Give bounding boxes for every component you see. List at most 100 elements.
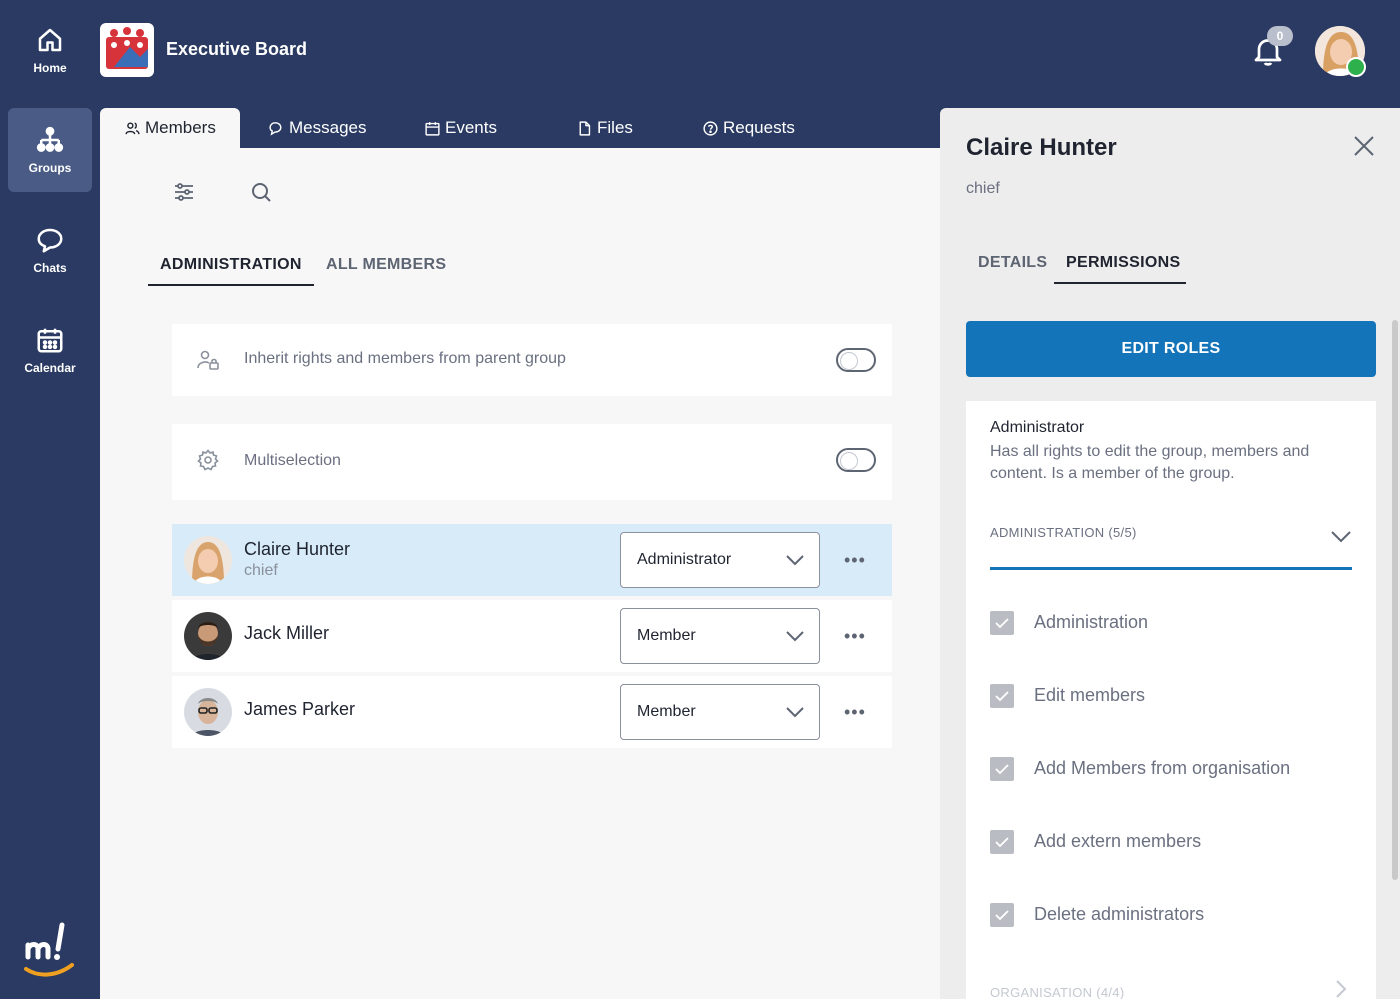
member-title: chief <box>244 562 278 579</box>
rail-item-groups[interactable]: Groups <box>8 108 92 192</box>
role-description: Has all rights to edit the group, member… <box>990 443 1310 482</box>
tab-events[interactable]: Events <box>424 108 497 148</box>
chevron-down-icon <box>786 555 804 566</box>
close-icon[interactable] <box>1352 134 1376 158</box>
multiselection-label: Multiselection <box>244 452 341 469</box>
group-logo-icon <box>106 27 148 69</box>
avatar <box>184 688 232 736</box>
permission-section-header[interactable]: ORGANISATION (4/4) <box>990 985 1124 999</box>
permission-checkbox[interactable] <box>990 757 1014 781</box>
avatar <box>184 612 232 660</box>
permission-label: Delete administrators <box>1034 904 1205 924</box>
panel-tab-details[interactable]: DETAILS <box>978 254 1047 272</box>
avatar <box>184 536 232 584</box>
tab-label: Requests <box>723 118 795 137</box>
rail-item-label: Home <box>33 61 67 75</box>
role-select[interactable]: Member <box>620 608 820 664</box>
checkmark-icon <box>995 618 1009 629</box>
rail-item-label: Chats <box>33 261 67 275</box>
tab-requests[interactable]: Requests <box>702 108 795 148</box>
events-icon <box>425 121 440 136</box>
subtab-all-members[interactable]: ALL MEMBERS <box>326 256 446 274</box>
member-row[interactable]: James Parker Member ••• <box>172 676 892 748</box>
member-portrait-icon <box>184 688 232 736</box>
rail-item-chats[interactable]: Chats <box>8 208 92 292</box>
panel-tab-permissions[interactable]: PERMISSIONS <box>1066 254 1180 272</box>
rail-item-home[interactable]: Home <box>8 8 92 92</box>
calendar-icon <box>37 328 63 353</box>
group-tabs: Members Messages Events Files Requests <box>100 108 940 148</box>
requests-icon <box>703 120 718 136</box>
member-detail-panel: Claire Hunter chief DETAILS PERMISSIONS … <box>940 108 1400 999</box>
role-permissions-card: Administrator Has all rights to edit the… <box>966 401 1376 999</box>
member-portrait-icon <box>184 536 232 584</box>
filter-icon[interactable] <box>172 180 196 204</box>
search-icon[interactable] <box>249 180 273 204</box>
more-options-icon[interactable]: ••• <box>844 703 866 721</box>
gear-icon <box>197 449 219 471</box>
permission-checkbox[interactable] <box>990 903 1014 927</box>
member-portrait-icon <box>184 612 232 660</box>
tab-label: Messages <box>289 118 367 137</box>
permission-label: Add Members from organisation <box>1034 758 1291 778</box>
member-name: Claire Hunter <box>244 539 351 559</box>
panel-scrollbar[interactable] <box>1392 320 1398 880</box>
subtab-administration[interactable]: ADMINISTRATION <box>160 256 302 274</box>
top-bar: Executive Board 0 <box>100 0 1400 108</box>
chevron-down-icon[interactable] <box>1330 529 1352 543</box>
more-options-icon[interactable]: ••• <box>844 551 866 569</box>
permission-checkbox[interactable] <box>990 611 1014 635</box>
role-name: Administrator <box>990 419 1085 436</box>
tab-files[interactable]: Files <box>576 108 633 148</box>
inherit-rights-setting: Inherit rights and members from parent g… <box>172 324 892 396</box>
member-name: James Parker <box>244 699 356 719</box>
edit-roles-button[interactable]: EDIT ROLES <box>966 321 1376 377</box>
role-select[interactable]: Member <box>620 684 820 740</box>
brand-logo-icon <box>24 922 74 977</box>
role-select-value: Member <box>637 703 696 720</box>
notification-count-badge: 0 <box>1267 26 1293 46</box>
member-row[interactable]: Jack Miller Member ••• <box>172 600 892 672</box>
role-select-value: Member <box>637 627 696 644</box>
rail-item-label: Calendar <box>24 361 76 375</box>
rail-item-calendar[interactable]: Calendar <box>8 308 92 392</box>
permission-checkbox[interactable] <box>990 684 1014 708</box>
panel-member-name: Claire Hunter <box>966 134 1117 161</box>
inherit-rights-label: Inherit rights and members from parent g… <box>244 350 566 367</box>
left-navigation-rail: Home Groups Chats Calendar <box>0 0 100 999</box>
permission-checkbox[interactable] <box>990 830 1014 854</box>
chevron-down-icon <box>786 631 804 642</box>
group-title: Executive Board <box>166 39 308 59</box>
online-status-icon <box>1346 57 1366 77</box>
chevron-right-icon[interactable] <box>1334 979 1348 999</box>
user-lock-icon <box>197 350 219 370</box>
chat-icon <box>37 228 63 253</box>
multiselection-setting: Multiselection <box>172 424 892 500</box>
inherit-rights-toggle[interactable] <box>836 348 876 372</box>
checkmark-icon <box>995 764 1009 775</box>
tab-label: Events <box>445 118 497 137</box>
section-divider <box>990 567 1352 570</box>
tab-members[interactable]: Members <box>100 108 240 148</box>
rail-item-label: Groups <box>28 161 72 175</box>
messages-icon <box>269 121 282 136</box>
role-select[interactable]: Administrator <box>620 532 820 588</box>
members-icon <box>125 121 140 134</box>
tab-label: Files <box>597 118 633 137</box>
checkmark-icon <box>995 837 1009 848</box>
checkmark-icon <box>995 691 1009 702</box>
members-content: ADMINISTRATION ALL MEMBERS Inherit right… <box>100 148 940 999</box>
group-logo[interactable] <box>100 23 154 77</box>
panel-member-title: chief <box>966 180 1000 197</box>
role-select-value: Administrator <box>637 551 732 568</box>
active-panel-tab-indicator <box>1054 282 1186 284</box>
multiselection-toggle[interactable] <box>836 448 876 472</box>
more-options-icon[interactable]: ••• <box>844 627 866 645</box>
permission-section-header[interactable]: ADMINISTRATION (5/5) <box>990 525 1137 540</box>
tab-messages[interactable]: Messages <box>268 108 366 148</box>
tab-label: Members <box>145 118 216 137</box>
member-row[interactable]: Claire Hunter chief Administrator ••• <box>172 524 892 596</box>
active-subtab-indicator <box>148 284 314 286</box>
home-icon <box>38 28 62 52</box>
files-icon <box>579 120 591 136</box>
